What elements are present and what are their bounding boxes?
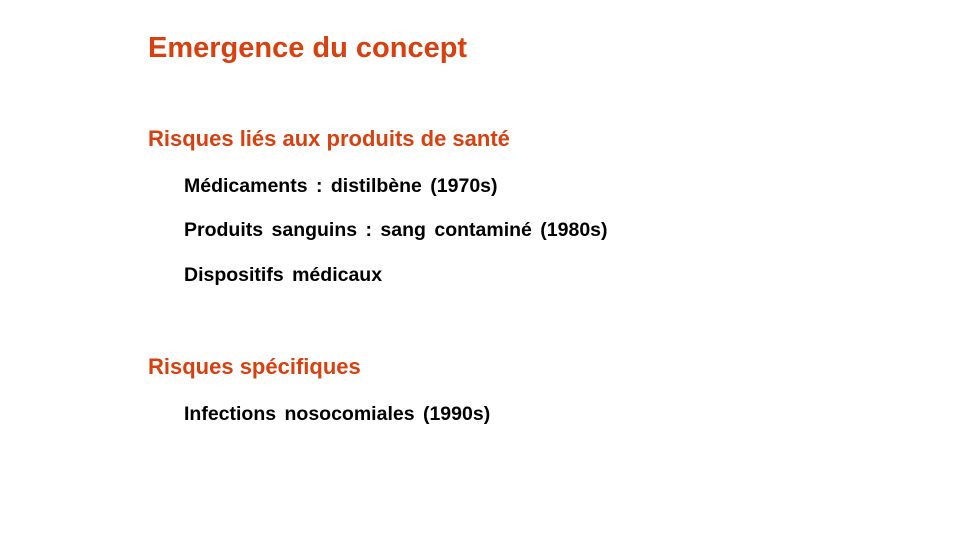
list-item-nosocomial-infections: Infections nosocomiales (1990s) <box>184 403 491 425</box>
slide-title: Emergence du concept <box>148 32 468 64</box>
section-heading-product-risks: Risques liés aux produits de santé <box>148 126 510 151</box>
list-item-medical-devices: Dispositifs médicaux <box>184 264 383 286</box>
list-item-blood-products: Produits sanguins : sang contaminé (1980… <box>184 219 608 241</box>
slide: Emergence du concept Risques liés aux pr… <box>0 0 960 540</box>
list-item-medications: Médicaments : distilbène (1970s) <box>184 175 498 197</box>
section-heading-specific-risks: Risques spécifiques <box>148 354 361 379</box>
